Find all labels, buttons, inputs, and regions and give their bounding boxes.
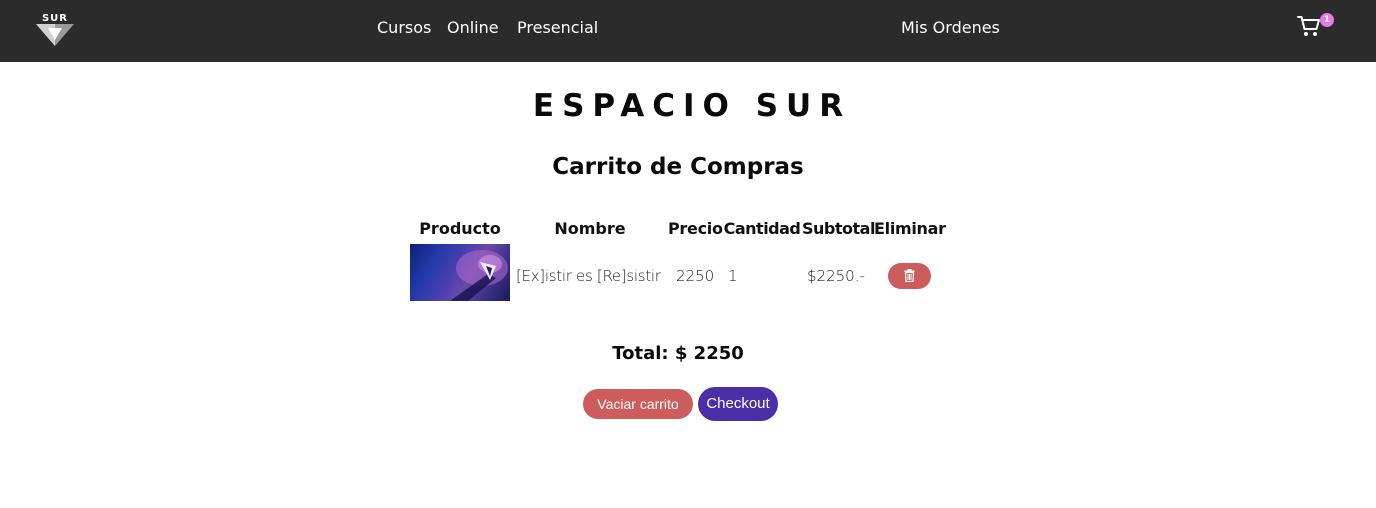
sur-logo[interactable]: SUR: [34, 12, 76, 48]
product-price: 2250: [676, 267, 715, 285]
page-title: Carrito de Compras: [552, 154, 804, 180]
shopping-cart-icon: [1297, 16, 1320, 36]
cart-button[interactable]: 1: [1297, 13, 1337, 41]
product-thumbnail: [410, 244, 510, 301]
column-header-eliminar: Eliminar: [874, 219, 946, 238]
product-name: [Ex]istir es [Re]sistir: [516, 267, 661, 285]
logo-text: SUR: [42, 13, 68, 24]
column-header-producto: Producto: [419, 219, 501, 238]
empty-cart-button[interactable]: Vaciar carrito: [583, 389, 693, 419]
nav-link-mis-ordenes[interactable]: Mis Ordenes: [901, 18, 1000, 38]
delete-item-button[interactable]: [888, 263, 931, 289]
nav-link-presencial[interactable]: Presencial: [517, 18, 598, 38]
top-navbar: SUR Cursos Online Presencial Mis Ordenes…: [0, 0, 1376, 62]
column-header-subtotal: Subtotal: [802, 219, 875, 238]
cart-total: Total: $ 2250: [612, 343, 744, 364]
checkout-button[interactable]: Checkout: [698, 387, 778, 421]
nav-link-online[interactable]: Online: [447, 18, 499, 38]
nav-link-cursos[interactable]: Cursos: [377, 18, 431, 38]
trash-icon: [904, 269, 915, 282]
cart-count-badge: 1: [1320, 13, 1334, 27]
column-header-cantidad: Cantidad: [723, 219, 801, 238]
brand-title: ESPACIO SUR: [532, 88, 852, 124]
product-quantity: 1: [728, 267, 738, 285]
column-header-precio: Precio: [668, 219, 723, 238]
product-subtotal: $2250.-: [807, 267, 865, 285]
column-header-nombre: Nombre: [554, 219, 626, 238]
